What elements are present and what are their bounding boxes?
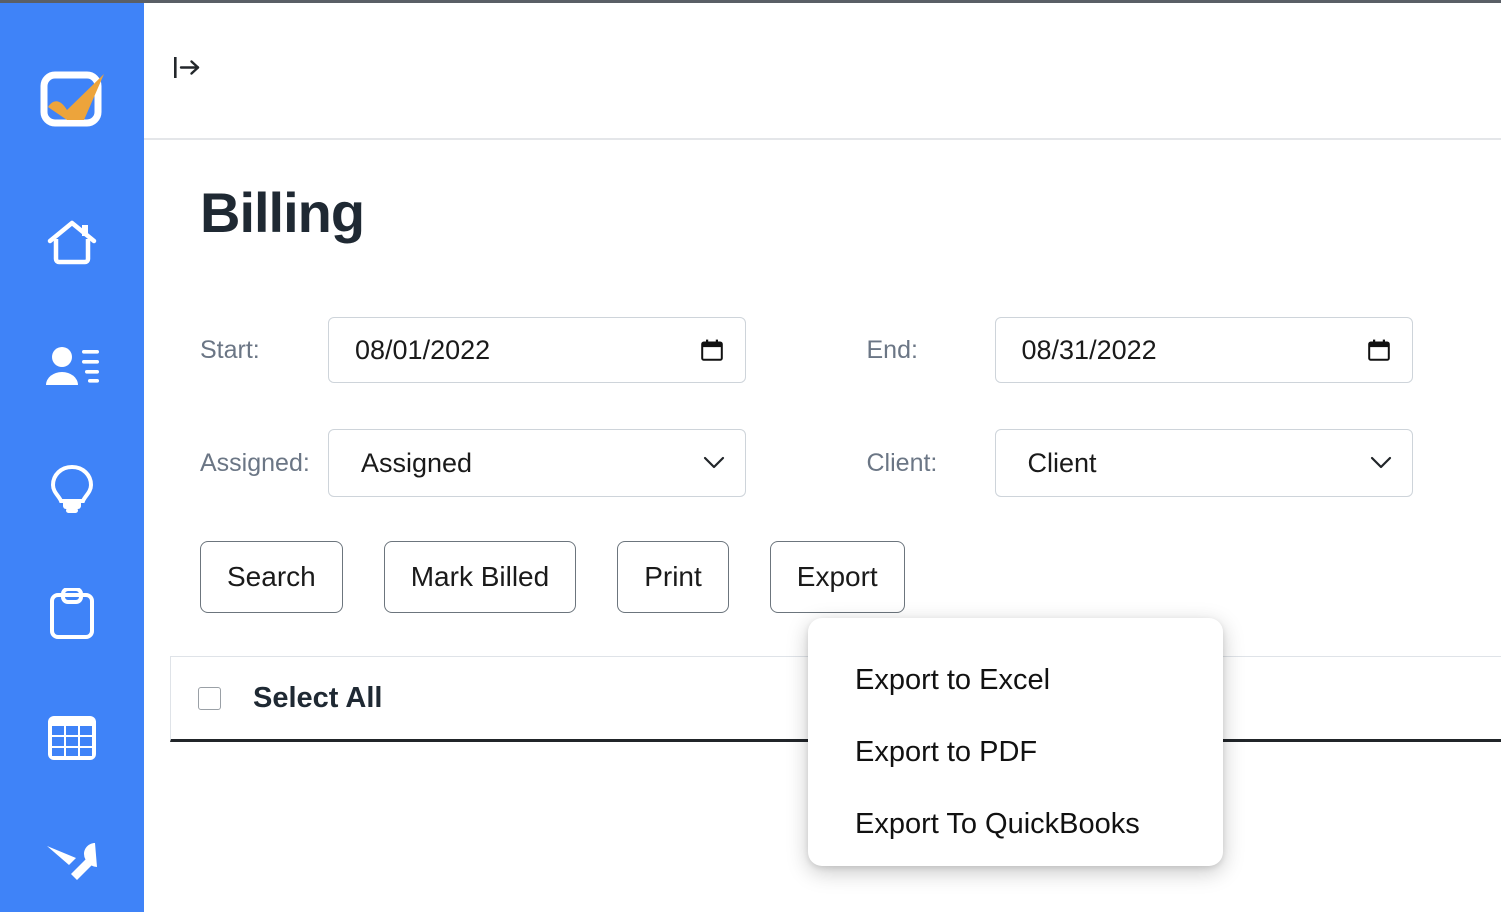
page-title: Billing xyxy=(200,181,365,244)
home-icon xyxy=(47,220,97,265)
export-button[interactable]: Export xyxy=(769,541,905,613)
filter-row-selects: Assigned: Assigned Client: Client xyxy=(200,429,1470,497)
expand-sidebar-icon xyxy=(174,57,200,78)
start-date-group: Start: 08/01/2022 xyxy=(200,317,804,383)
app-root: Billing Start: 08/01/2022 End: 08/31/202… xyxy=(0,0,1501,912)
end-date-group: End: 08/31/2022 xyxy=(867,317,1471,383)
sidebar-item-tools[interactable] xyxy=(0,800,144,912)
contacts-icon xyxy=(46,347,99,385)
start-date-label: Start: xyxy=(200,335,260,364)
select-all-label: Select All xyxy=(253,681,383,714)
sidebar-item-jobs[interactable] xyxy=(0,552,144,676)
print-button[interactable]: Print xyxy=(617,541,729,613)
expand-sidebar-button[interactable] xyxy=(170,50,206,86)
filter-row-dates: Start: 08/01/2022 End: 08/31/2022 xyxy=(200,317,1470,383)
export-to-excel-item[interactable]: Export to Excel xyxy=(808,644,1223,716)
app-logo[interactable] xyxy=(34,62,110,138)
action-button-row: Search Mark Billed Print Export xyxy=(200,541,905,613)
assigned-value: Assigned xyxy=(361,447,473,478)
sidebar-item-schedule[interactable] xyxy=(0,676,144,800)
end-date-value: 08/31/2022 xyxy=(1021,334,1157,365)
checkbox-check-logo-icon xyxy=(40,71,104,127)
sidebar-item-leads[interactable] xyxy=(0,428,144,552)
assigned-label: Assigned: xyxy=(200,448,310,477)
export-to-pdf-item[interactable]: Export to PDF xyxy=(808,716,1223,788)
search-button[interactable]: Search xyxy=(200,541,343,613)
table-icon xyxy=(48,716,96,760)
assigned-group: Assigned: Assigned xyxy=(200,429,804,497)
start-date-value: 08/01/2022 xyxy=(355,334,491,365)
export-dropdown-menu: Export to Excel Export to PDF Export To … xyxy=(808,618,1223,866)
export-to-quickbooks-item[interactable]: Export To QuickBooks xyxy=(808,788,1223,860)
sidebar xyxy=(0,0,144,912)
top-header xyxy=(144,0,1501,140)
client-label: Client: xyxy=(866,448,938,477)
calendar-icon[interactable] xyxy=(701,339,723,361)
lightbulb-icon xyxy=(50,464,94,513)
sidebar-item-contacts[interactable] xyxy=(0,304,144,428)
main-content: Billing Start: 08/01/2022 End: 08/31/202… xyxy=(144,140,1501,912)
client-value: Client xyxy=(1027,447,1097,478)
sidebar-item-home[interactable] xyxy=(0,180,144,304)
calendar-icon[interactable] xyxy=(1367,339,1390,361)
start-date-input[interactable]: 08/01/2022 xyxy=(328,317,746,383)
window-top-edge xyxy=(0,0,1501,3)
sidebar-nav xyxy=(0,180,144,912)
mark-billed-button[interactable]: Mark Billed xyxy=(383,541,577,613)
wrench-icon xyxy=(47,843,97,880)
select-all-checkbox[interactable] xyxy=(198,686,221,710)
clipboard-icon xyxy=(50,588,94,639)
client-select[interactable]: Client xyxy=(994,429,1413,497)
client-group: Client: Client xyxy=(867,429,1471,497)
chevron-down-icon xyxy=(1370,456,1392,470)
assigned-select[interactable]: Assigned xyxy=(328,429,746,497)
end-date-label: End: xyxy=(866,335,918,364)
end-date-input[interactable]: 08/31/2022 xyxy=(994,317,1413,383)
chevron-down-icon xyxy=(703,456,725,470)
